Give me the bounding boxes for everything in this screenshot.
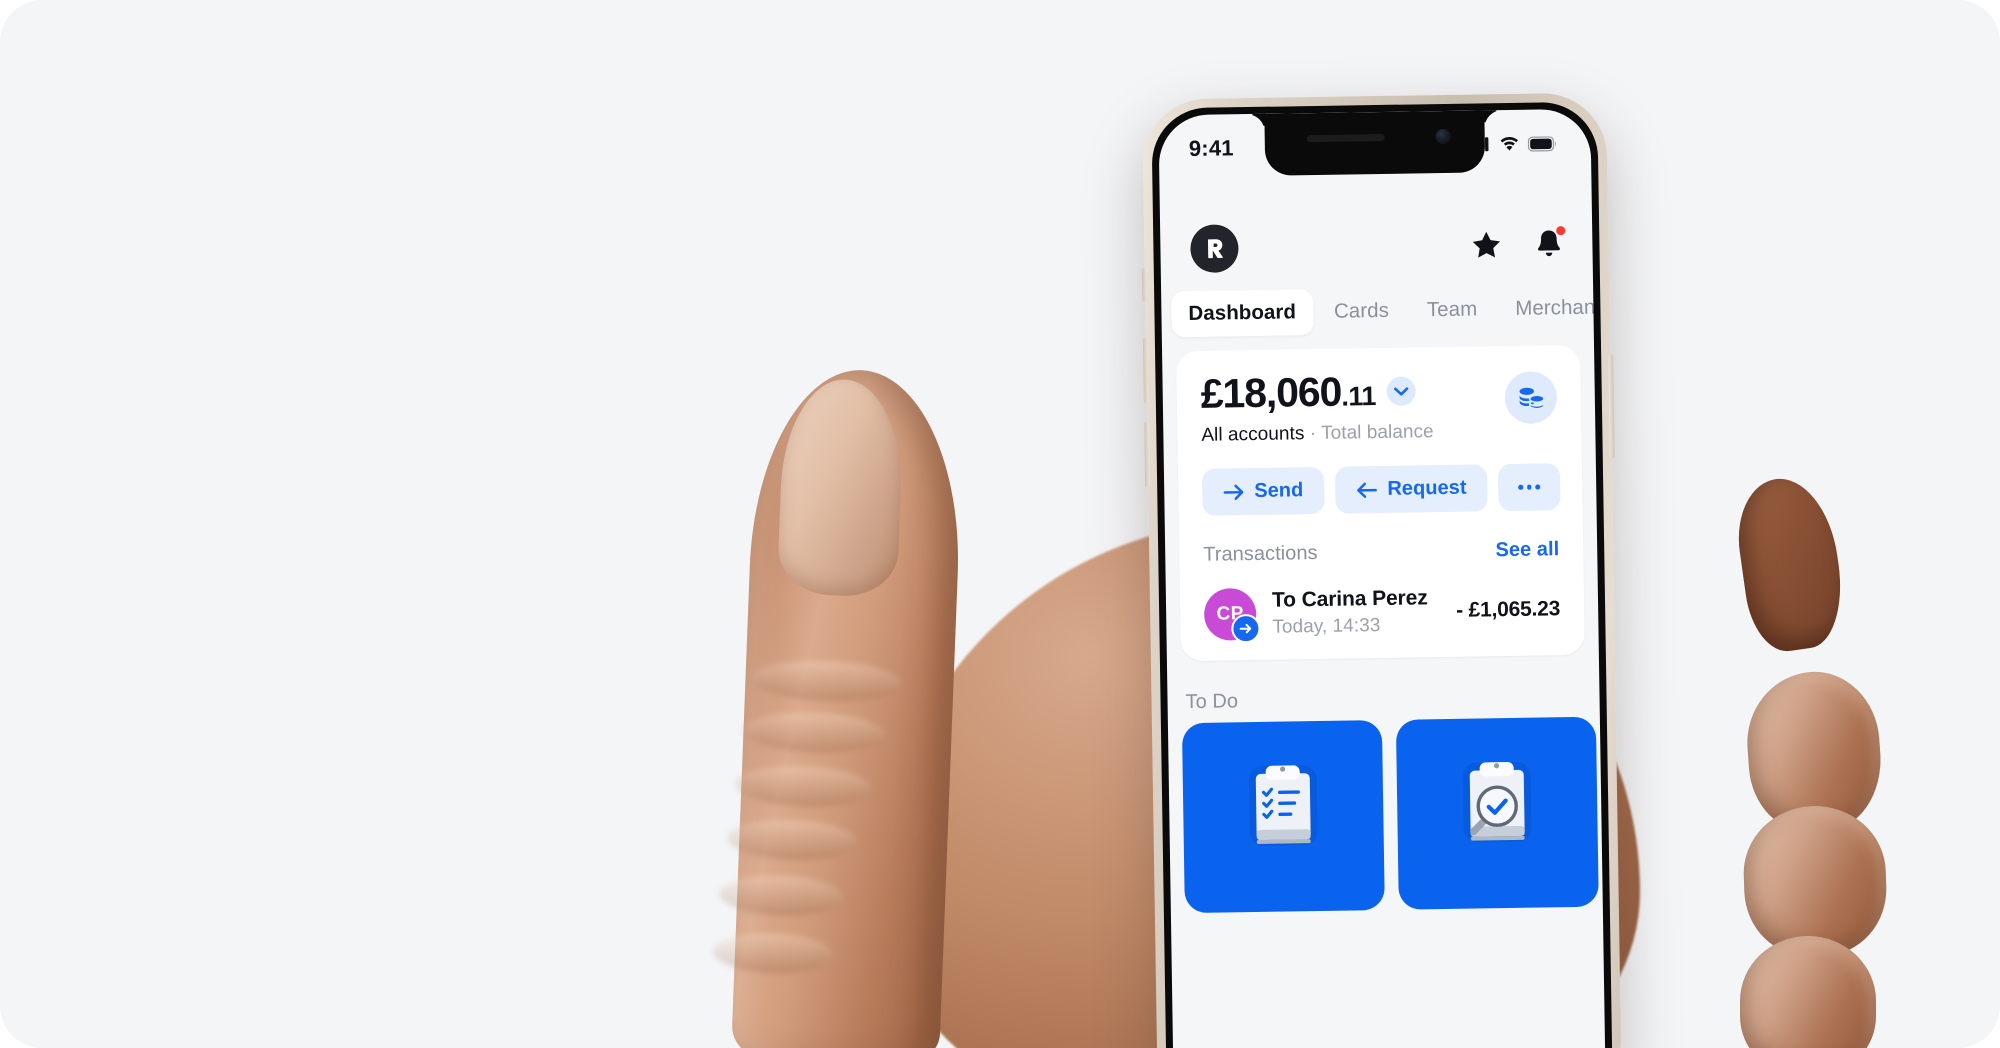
thumb-crease bbox=[742, 710, 887, 756]
little-fingertip bbox=[1740, 936, 1876, 1048]
display-notch bbox=[1264, 110, 1486, 176]
transaction-time: Today, 14:33 bbox=[1272, 615, 1381, 638]
thumb-crease bbox=[712, 931, 834, 976]
balance-subtitle-total: Total balance bbox=[1320, 421, 1434, 444]
balance-amount-line: £18,060.11 bbox=[1200, 368, 1505, 417]
send-label: Send bbox=[1254, 479, 1304, 503]
volume-down-button[interactable] bbox=[1144, 421, 1151, 488]
arrow-left-icon bbox=[1357, 482, 1378, 498]
screenshot-canvas: 9:41 Dashboard Cards Team Merchant £18,0… bbox=[0, 0, 2000, 1048]
wifi-icon bbox=[1500, 137, 1518, 151]
chevron-down-icon bbox=[1394, 386, 1409, 396]
account-selector-button[interactable] bbox=[1386, 376, 1416, 406]
middle-fingertip bbox=[1742, 667, 1886, 837]
transaction-name: To Carina Perez bbox=[1271, 586, 1428, 612]
transactions-title: Transactions bbox=[1203, 542, 1318, 566]
ellipsis-icon bbox=[1518, 484, 1541, 490]
revolut-r-glyph bbox=[1207, 239, 1223, 259]
phone-bezel: 9:41 Dashboard Cards Team Merchant £18,0… bbox=[1151, 101, 1613, 1048]
notifications-button[interactable] bbox=[1535, 225, 1566, 259]
table-row[interactable]: CP To Carina Perez Today, 14:33 - £1,065… bbox=[1203, 583, 1561, 651]
balance-subtitle-separator: · bbox=[1304, 422, 1322, 445]
header-actions bbox=[1471, 225, 1566, 260]
request-label: Request bbox=[1387, 476, 1467, 500]
battery-icon bbox=[1527, 135, 1556, 152]
thumb-crease bbox=[734, 763, 873, 809]
balance-subtitle-accounts: All accounts bbox=[1201, 423, 1305, 446]
balance-major: £18,060 bbox=[1200, 368, 1342, 417]
side-power-button[interactable] bbox=[1608, 354, 1615, 459]
arrow-right-circle-icon bbox=[1231, 613, 1261, 644]
ring-fingertip bbox=[1741, 803, 1889, 959]
transaction-info: To Carina Perez Today, 14:33 bbox=[1272, 586, 1441, 639]
request-button[interactable]: Request bbox=[1334, 464, 1488, 514]
avatar: CP bbox=[1203, 588, 1261, 644]
thumbnail bbox=[776, 377, 906, 598]
clipboard-magnifier-check-icon bbox=[1448, 749, 1546, 854]
todo-section-title: To Do bbox=[1185, 690, 1239, 714]
transactions-header: Transactions See all bbox=[1203, 538, 1559, 567]
total-balance-amount: £18,060.11 bbox=[1200, 368, 1377, 417]
tab-bar: Dashboard Cards Team Merchant bbox=[1161, 285, 1601, 338]
silence-switch[interactable] bbox=[1141, 267, 1148, 302]
star-button[interactable] bbox=[1471, 230, 1501, 259]
arrow-right-icon bbox=[1223, 484, 1244, 500]
badge-arrow-glyph bbox=[1239, 623, 1252, 634]
balance-card: £18,060.11 All accounts · Total balance bbox=[1176, 344, 1585, 662]
star-icon bbox=[1472, 231, 1500, 258]
status-time: 9:41 bbox=[1188, 135, 1234, 161]
quick-actions: Send Request bbox=[1201, 463, 1561, 516]
see-all-link[interactable]: See all bbox=[1495, 538, 1559, 562]
volume-up-button[interactable] bbox=[1142, 337, 1149, 404]
front-camera bbox=[1435, 128, 1451, 145]
accounts-button[interactable] bbox=[1504, 371, 1558, 425]
phone-screen: 9:41 Dashboard Cards Team Merchant £18,0… bbox=[1158, 108, 1606, 1048]
smartphone-device: 9:41 Dashboard Cards Team Merchant £18,0… bbox=[1141, 92, 1622, 1048]
balance-row: £18,060.11 All accounts · Total balance bbox=[1200, 367, 1558, 447]
clipboard-checklist-icon bbox=[1234, 753, 1332, 858]
balance-left: £18,060.11 All accounts · Total balance bbox=[1200, 368, 1505, 447]
thumb bbox=[712, 366, 966, 1048]
hand-holding-phone bbox=[0, 0, 2000, 1048]
todo-card-list bbox=[1181, 716, 1606, 914]
earpiece-speaker bbox=[1306, 133, 1385, 143]
balance-subtitle: All accounts · Total balance bbox=[1201, 420, 1505, 447]
index-fingertip bbox=[1730, 472, 1850, 656]
balance-minor: .11 bbox=[1341, 381, 1377, 412]
coins-icon bbox=[1519, 387, 1545, 410]
more-actions-button[interactable] bbox=[1498, 463, 1561, 512]
send-button[interactable]: Send bbox=[1201, 466, 1325, 516]
tab-dashboard[interactable]: Dashboard bbox=[1171, 289, 1314, 338]
thumb-crease bbox=[718, 873, 844, 918]
thumb-crease bbox=[750, 658, 903, 705]
app-header bbox=[1160, 213, 1593, 280]
revolut-logo[interactable] bbox=[1190, 224, 1239, 273]
tab-team[interactable]: Team bbox=[1410, 286, 1495, 333]
notification-badge-dot bbox=[1556, 225, 1566, 235]
tab-cards[interactable]: Cards bbox=[1317, 288, 1407, 335]
todo-card-checklist[interactable] bbox=[1181, 720, 1385, 914]
tab-merchant[interactable]: Merchant bbox=[1498, 284, 1606, 332]
todo-card-review[interactable] bbox=[1395, 716, 1599, 910]
transaction-amount: - £1,065.23 bbox=[1455, 597, 1561, 622]
thumb-crease bbox=[726, 817, 859, 863]
